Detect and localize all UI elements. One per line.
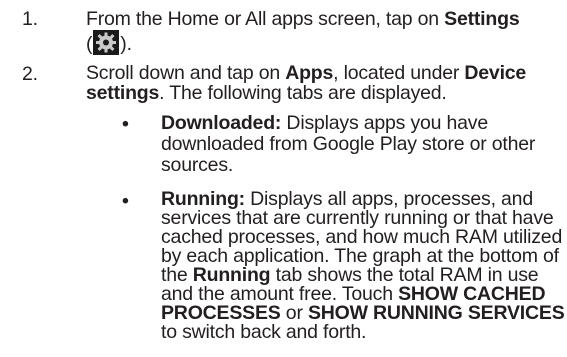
settings-bold: Settings (444, 8, 520, 30)
paren-close: ). (120, 33, 132, 55)
apps-bold: Apps (285, 62, 334, 84)
step-text-part: . The following tabs are displayed. (159, 82, 447, 104)
step-text-part: From the Home or All apps screen, tap on (86, 8, 445, 30)
step-text: From the Home or All apps screen, tap on… (86, 8, 564, 55)
bullet-text: Running: Displays all apps, processes, a… (161, 189, 565, 343)
step-text-part: Scroll down and tap on (86, 62, 286, 84)
step-number: 2. (22, 63, 38, 85)
bullet-body: to switch back and forth. (161, 321, 367, 343)
bullet-marker: • (122, 113, 129, 135)
paren-open: ( (86, 33, 93, 55)
step-number: 1. (22, 8, 38, 30)
bullet-marker: • (122, 190, 129, 212)
settings-gear-icon (93, 30, 120, 55)
step-text-part: , located under (333, 62, 465, 84)
step-text: Scroll down and tap on Apps, located und… (86, 63, 564, 103)
bullet-text: Downloaded: Displays apps you have downl… (161, 113, 565, 176)
bullet-title: Downloaded: (161, 112, 282, 134)
